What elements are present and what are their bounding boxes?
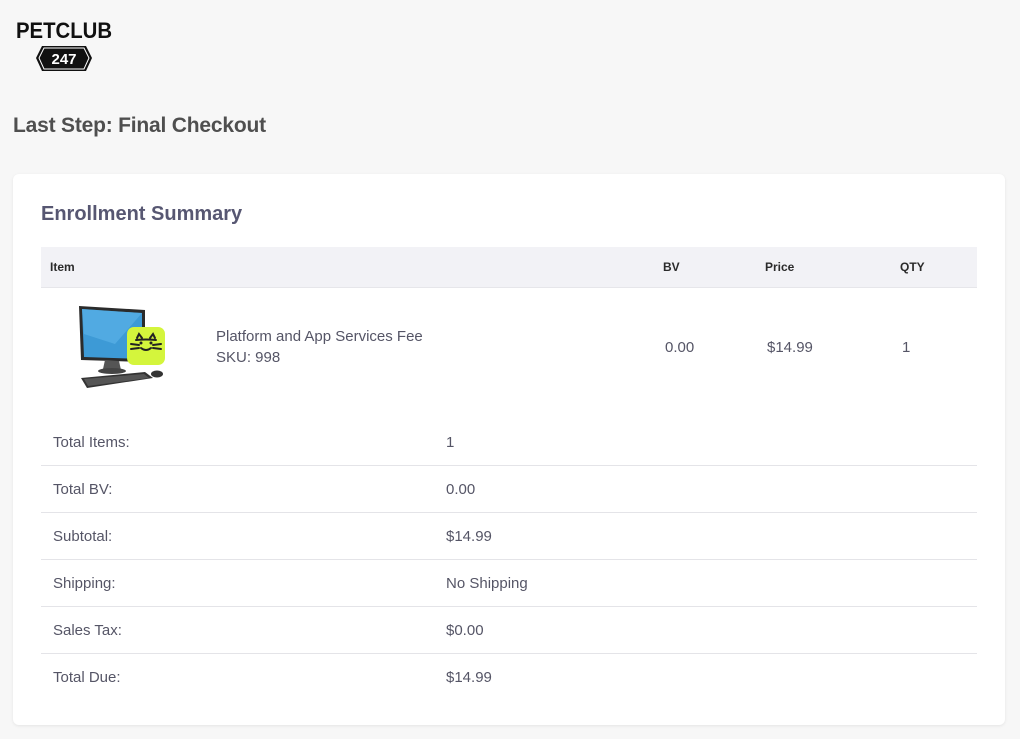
total-value: No Shipping: [446, 575, 528, 592]
total-row-bv: Total BV: 0.00: [41, 466, 977, 513]
item-name: Platform and App Services Fee: [216, 328, 423, 345]
item-sku: SKU: 998: [216, 349, 281, 366]
enrollment-summary-card: Enrollment Summary Item BV Price QTY Pla…: [13, 174, 1005, 725]
totals-table: Total Items: 1 Total BV: 0.00 Subtotal: …: [41, 419, 977, 700]
total-label: Total BV:: [53, 481, 113, 498]
column-header-price: Price: [765, 260, 795, 274]
logo-top-text: PETCLUB: [16, 18, 112, 43]
petclub-logo[interactable]: PETCLUB 247: [14, 16, 114, 74]
total-value: 1: [446, 434, 455, 451]
total-value: $0.00: [446, 622, 484, 639]
total-value: $14.99: [446, 528, 492, 545]
items-table: Item BV Price QTY Platform and App Servi…: [41, 247, 977, 406]
total-value: 0.00: [446, 481, 476, 498]
summary-title: Enrollment Summary: [41, 203, 243, 225]
total-value: $14.99: [446, 669, 492, 686]
table-row: Platform and App Services Fee SKU: 998 0…: [41, 288, 977, 406]
logo-bottom-text: 247: [51, 51, 76, 68]
total-row-due: Total Due: $14.99: [41, 654, 977, 700]
computer-with-cat-app-icon: [79, 306, 165, 388]
total-row-items: Total Items: 1: [41, 419, 977, 466]
total-row-subtotal: Subtotal: $14.99: [41, 513, 977, 560]
item-qty: 1: [902, 339, 911, 356]
column-header-item: Item: [50, 260, 75, 274]
total-label: Total Items:: [53, 434, 130, 451]
page-title: Last Step: Final Checkout: [13, 114, 266, 137]
total-label: Sales Tax:: [53, 622, 122, 639]
column-header-bv: BV: [663, 260, 680, 274]
total-row-shipping: Shipping: No Shipping: [41, 560, 977, 607]
column-header-qty: QTY: [900, 260, 925, 274]
total-label: Subtotal:: [53, 528, 113, 545]
table-header-row: Item BV Price QTY: [41, 247, 977, 288]
total-label: Total Due:: [53, 669, 121, 686]
total-label: Shipping:: [53, 575, 116, 592]
item-bv: 0.00: [665, 339, 695, 356]
item-price: $14.99: [767, 339, 813, 356]
total-row-sales-tax: Sales Tax: $0.00: [41, 607, 977, 654]
